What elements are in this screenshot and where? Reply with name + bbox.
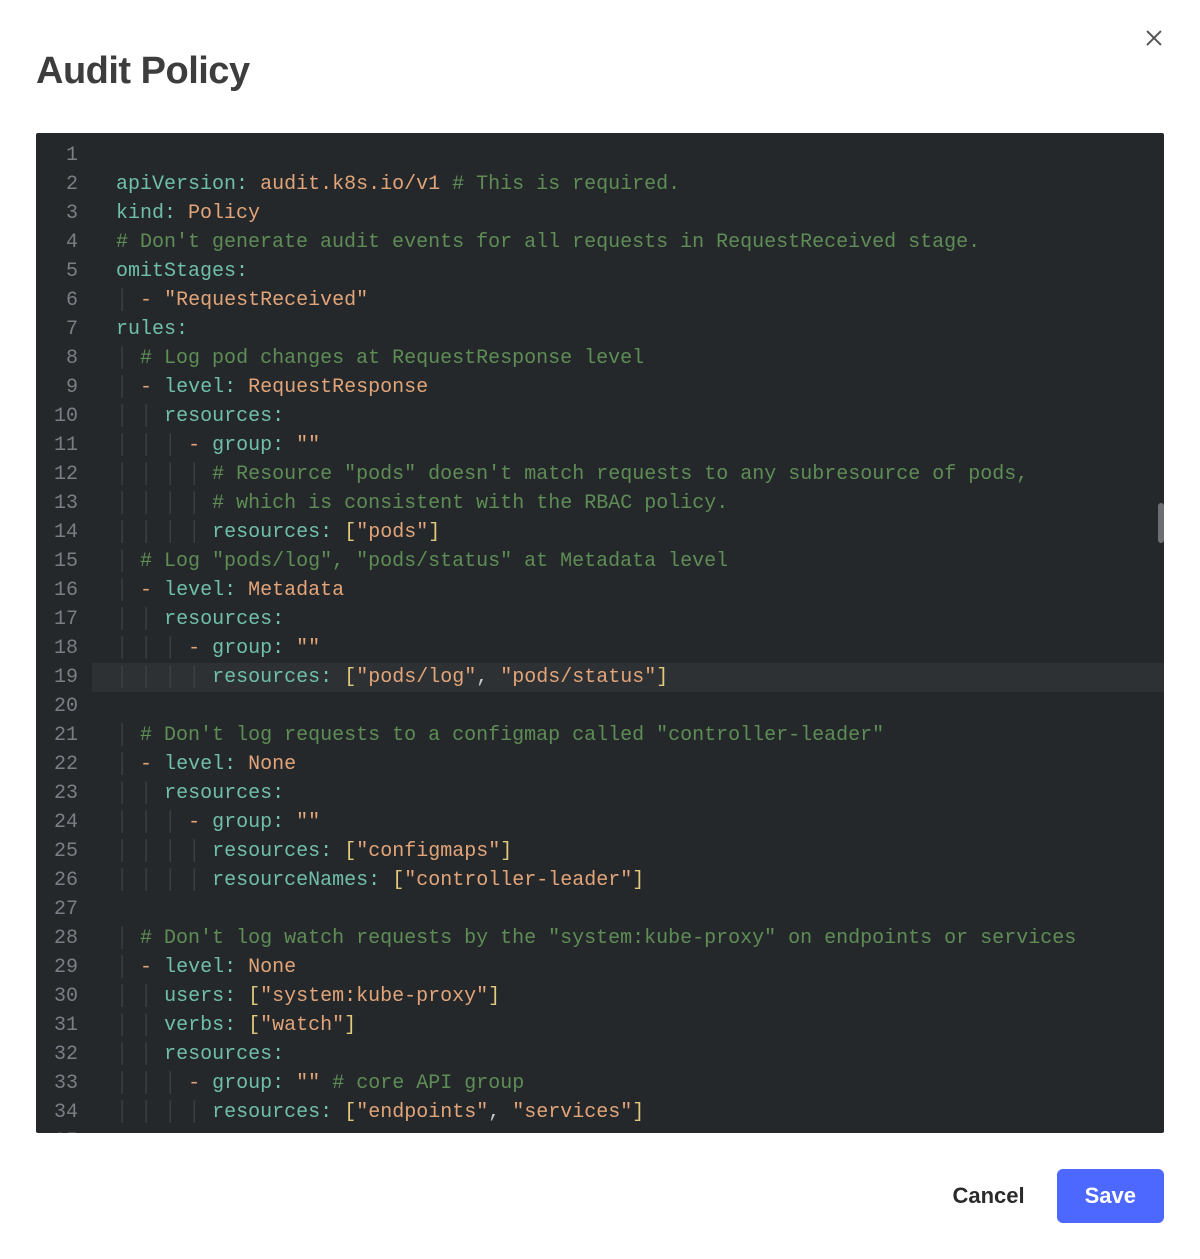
code-line[interactable]: │ │ resources: [92, 779, 1164, 808]
code-line[interactable]: apiVersion: audit.k8s.io/v1 # This is re… [92, 170, 1164, 199]
code-line[interactable]: │ │ │ │ resources: ["pods/log", "pods/st… [92, 663, 1164, 692]
code-line[interactable]: │ │ │ │ resources: ["endpoints", "servic… [92, 1098, 1164, 1127]
code-line[interactable]: │ │ │ - group: "" [92, 808, 1164, 837]
gutter-line-number: 23 [54, 779, 78, 808]
code-line[interactable]: │ - level: None [92, 953, 1164, 982]
code-line[interactable]: │ # Log "pods/log", "pods/status" at Met… [92, 547, 1164, 576]
gutter-line-number: 31 [54, 1011, 78, 1040]
gutter-line-number: 25 [54, 837, 78, 866]
code-line[interactable]: │ │ verbs: ["watch"] [92, 1011, 1164, 1040]
gutter-line-number: 17 [54, 605, 78, 634]
gutter-line-number: 3 [54, 199, 78, 228]
code-line[interactable]: │ - level: RequestResponse [92, 373, 1164, 402]
code-line[interactable]: │ │ resources: [92, 605, 1164, 634]
code-line[interactable] [92, 895, 1164, 924]
code-line[interactable]: │ │ resources: [92, 1040, 1164, 1069]
code-line[interactable]: │ │ │ - group: "" [92, 431, 1164, 460]
close-icon [1143, 27, 1165, 49]
gutter-line-number: 30 [54, 982, 78, 1011]
editor-gutter: 1234567891011121314151617181920212223242… [36, 133, 92, 1133]
gutter-line-number: 28 [54, 924, 78, 953]
code-line[interactable]: │ │ │ │ resources: ["configmaps"] [92, 837, 1164, 866]
code-line[interactable] [92, 1127, 1164, 1133]
code-line[interactable]: │ - level: None [92, 750, 1164, 779]
gutter-line-number: 26 [54, 866, 78, 895]
gutter-line-number: 32 [54, 1040, 78, 1069]
code-line[interactable]: │ - level: Metadata [92, 576, 1164, 605]
gutter-line-number: 10 [54, 402, 78, 431]
gutter-line-number: 18 [54, 634, 78, 663]
code-line[interactable]: │ │ │ │ # which is consistent with the R… [92, 489, 1164, 518]
gutter-line-number: 11 [54, 431, 78, 460]
gutter-line-number: 9 [54, 373, 78, 402]
gutter-line-number: 20 [54, 692, 78, 721]
gutter-line-number: 2 [54, 170, 78, 199]
gutter-line-number: 35 [54, 1127, 78, 1133]
code-line[interactable]: │ # Don't log requests to a configmap ca… [92, 721, 1164, 750]
code-line[interactable] [92, 692, 1164, 721]
code-line[interactable] [92, 141, 1164, 170]
gutter-line-number: 14 [54, 518, 78, 547]
code-line[interactable]: │ # Don't log watch requests by the "sys… [92, 924, 1164, 953]
gutter-line-number: 33 [54, 1069, 78, 1098]
gutter-line-number: 15 [54, 547, 78, 576]
gutter-line-number: 6 [54, 286, 78, 315]
modal-footer: Cancel Save [944, 1169, 1164, 1223]
code-line[interactable]: # Don't generate audit events for all re… [92, 228, 1164, 257]
gutter-line-number: 5 [54, 257, 78, 286]
code-line[interactable]: │ │ │ - group: "" [92, 634, 1164, 663]
code-line[interactable]: rules: [92, 315, 1164, 344]
code-line[interactable]: │ │ │ - group: "" # core API group [92, 1069, 1164, 1098]
gutter-line-number: 16 [54, 576, 78, 605]
editor-scrollbar-marker [1158, 503, 1164, 543]
code-line[interactable]: │ │ │ │ resources: ["pods"] [92, 518, 1164, 547]
code-line[interactable]: kind: Policy [92, 199, 1164, 228]
gutter-line-number: 22 [54, 750, 78, 779]
code-line[interactable]: │ │ users: ["system:kube-proxy"] [92, 982, 1164, 1011]
gutter-line-number: 21 [54, 721, 78, 750]
gutter-line-number: 4 [54, 228, 78, 257]
code-line[interactable]: │ # Log pod changes at RequestResponse l… [92, 344, 1164, 373]
code-line[interactable]: omitStages: [92, 257, 1164, 286]
gutter-line-number: 8 [54, 344, 78, 373]
code-line[interactable]: │ │ resources: [92, 402, 1164, 431]
code-editor[interactable]: 1234567891011121314151617181920212223242… [36, 133, 1164, 1133]
gutter-line-number: 34 [54, 1098, 78, 1127]
code-line[interactable]: │ │ │ │ resourceNames: ["controller-lead… [92, 866, 1164, 895]
gutter-line-number: 24 [54, 808, 78, 837]
close-button[interactable] [1136, 20, 1172, 56]
editor-code-area[interactable]: apiVersion: audit.k8s.io/v1 # This is re… [92, 133, 1164, 1133]
gutter-line-number: 7 [54, 315, 78, 344]
gutter-line-number: 29 [54, 953, 78, 982]
gutter-line-number: 12 [54, 460, 78, 489]
gutter-line-number: 13 [54, 489, 78, 518]
code-line[interactable]: │ - "RequestReceived" [92, 286, 1164, 315]
gutter-line-number: 19 [54, 663, 78, 692]
code-line[interactable]: │ │ │ │ # Resource "pods" doesn't match … [92, 460, 1164, 489]
gutter-line-number: 27 [54, 895, 78, 924]
modal-title: Audit Policy [36, 50, 1164, 93]
audit-policy-modal: Audit Policy 123456789101112131415161718… [0, 0, 1200, 1259]
cancel-button[interactable]: Cancel [944, 1169, 1032, 1223]
save-button[interactable]: Save [1057, 1169, 1164, 1223]
gutter-line-number: 1 [54, 141, 78, 170]
